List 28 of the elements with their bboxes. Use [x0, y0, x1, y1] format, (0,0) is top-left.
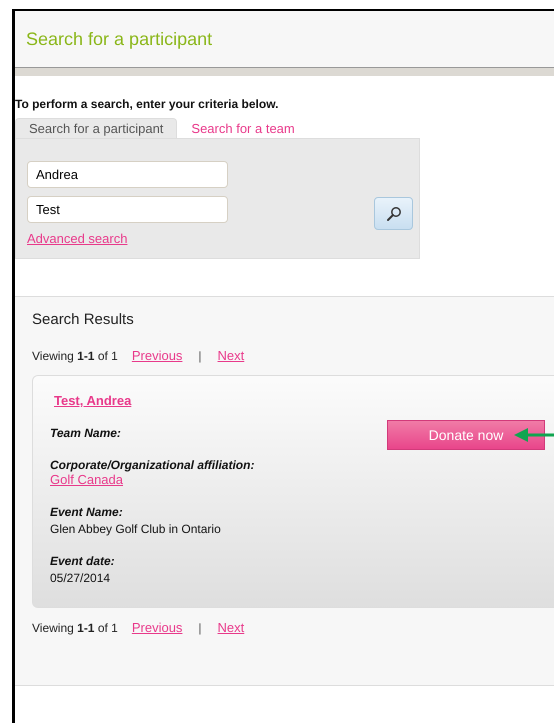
- field-value: Glen Abbey Golf Club in Ontario: [50, 522, 222, 536]
- last-name-field[interactable]: Test: [27, 196, 228, 223]
- next-link[interactable]: Next: [218, 348, 244, 363]
- search-tab[interactable]: Search for a team: [177, 118, 309, 138]
- search-button[interactable]: [374, 197, 413, 230]
- search-icon: [386, 206, 402, 222]
- pager-separator: |: [198, 349, 202, 363]
- next-link[interactable]: Next: [218, 620, 244, 635]
- previous-link[interactable]: Previous: [132, 348, 182, 363]
- instructions-text: To perform a search, enter your criteria below.: [15, 97, 280, 111]
- affiliation-link[interactable]: Golf Canada: [50, 472, 123, 487]
- viewing-count: Viewing 1-1 of 1: [32, 349, 118, 363]
- pager-separator: |: [198, 621, 202, 635]
- results-title: Search Results: [32, 311, 135, 328]
- advanced-search-link[interactable]: Advanced search: [27, 231, 228, 246]
- field-value: 05/27/2014: [50, 571, 112, 585]
- field-label: Event Name:: [50, 505, 123, 519]
- participant-link[interactable]: Test, Andrea: [54, 393, 132, 408]
- donate-button[interactable]: Donate now: [387, 420, 545, 450]
- field-label: Corporate/Organizational affiliation:: [50, 458, 254, 472]
- search-tab[interactable]: Search for a participant: [15, 118, 178, 138]
- arrow-annotation: [514, 428, 554, 442]
- viewing-count: Viewing 1-1 of 1: [32, 621, 118, 635]
- field-label: Event date:: [50, 554, 115, 568]
- page-title: Search for a participant: [26, 28, 212, 50]
- first-name-field[interactable]: Andrea: [27, 161, 228, 188]
- previous-link[interactable]: Previous: [132, 620, 182, 635]
- field-label: Team Name:: [50, 426, 121, 440]
